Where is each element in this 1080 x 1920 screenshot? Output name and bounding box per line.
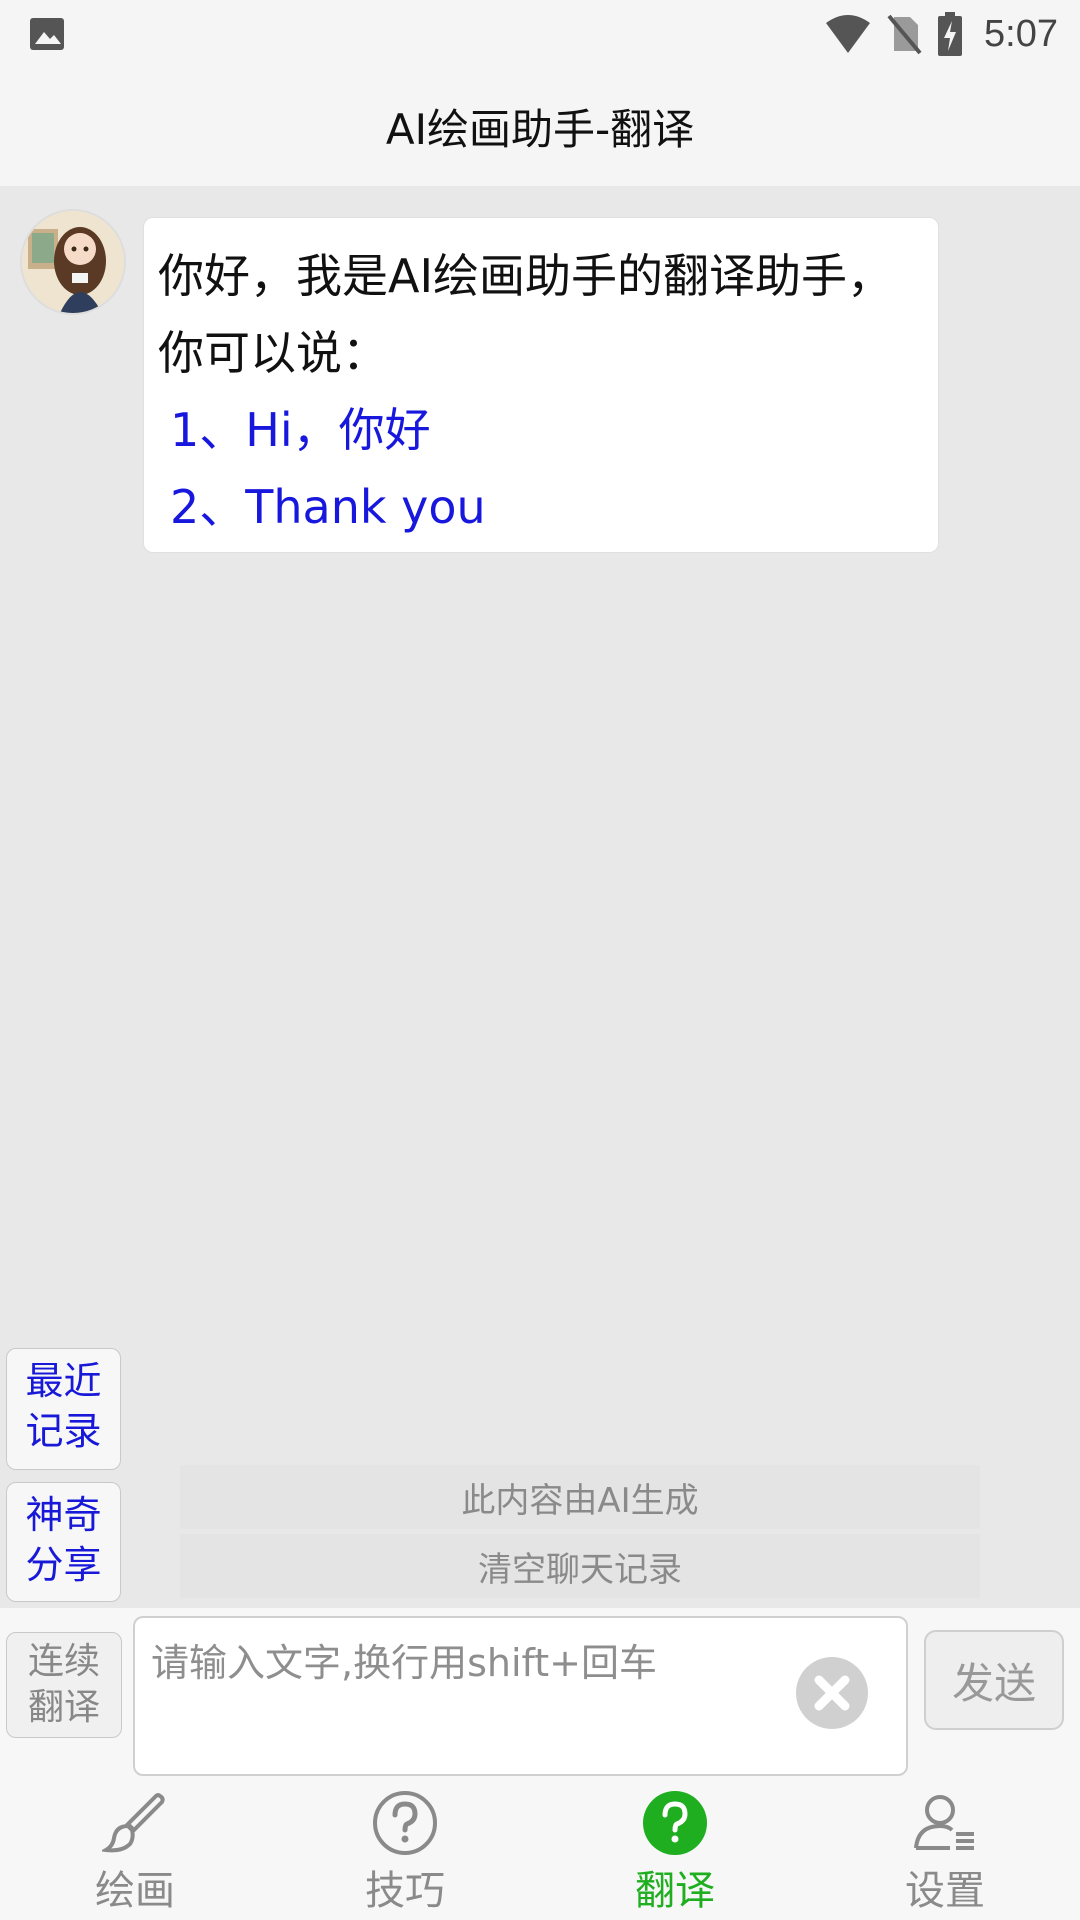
- recent-label-line1: 最近: [25, 1359, 102, 1403]
- clear-input-icon[interactable]: [795, 1656, 869, 1730]
- assistant-avatar: [20, 209, 126, 315]
- message-text: 你好，我是AI绘画助手的翻译助手，你可以说：: [158, 249, 894, 380]
- nav-item-tips[interactable]: 技巧: [270, 1782, 540, 1920]
- continuous-translate-button[interactable]: 连续 翻译: [6, 1632, 122, 1738]
- assistant-message: 你好，我是AI绘画助手的翻译助手，你可以说： 1、Hi，你好 2、Thank y…: [143, 217, 939, 553]
- question-circle-icon: [373, 1791, 437, 1855]
- input-area: 连续 翻译 发送: [0, 1608, 1080, 1782]
- brush-icon: [102, 1793, 165, 1853]
- status-time: 5:07: [984, 12, 1058, 55]
- no-sim-icon: [887, 14, 922, 55]
- recent-label-line2: 记录: [25, 1409, 102, 1453]
- recent-records-button[interactable]: 最近 记录: [6, 1348, 121, 1470]
- share-label-line1: 神奇: [25, 1493, 102, 1537]
- nav-label-draw: 绘画: [95, 1868, 175, 1914]
- continuous-label-line2: 翻译: [27, 1687, 100, 1728]
- chat-area[interactable]: 你好，我是AI绘画助手的翻译助手，你可以说： 1、Hi，你好 2、Thank y…: [0, 186, 1080, 1346]
- nav-label-tips: 技巧: [365, 1868, 445, 1914]
- wifi-icon: [826, 15, 871, 53]
- magic-share-button[interactable]: 神奇 分享: [6, 1482, 121, 1602]
- example-link-hi[interactable]: 1、Hi，你好: [158, 392, 924, 469]
- gallery-icon: [30, 18, 64, 50]
- battery-charging-icon: [938, 12, 963, 56]
- continuous-label-line1: 连续: [27, 1641, 100, 1682]
- status-bar: 5:07: [0, 0, 1080, 66]
- ai-generated-notice: 此内容由AI生成: [180, 1465, 980, 1529]
- question-circle-icon: [643, 1791, 707, 1855]
- nav-label-translate: 翻译: [635, 1868, 715, 1914]
- nav-label-settings: 设置: [905, 1868, 985, 1914]
- app-header: AI绘画助手-翻译: [0, 66, 1080, 186]
- send-button[interactable]: 发送: [924, 1630, 1064, 1730]
- message-input[interactable]: [135, 1618, 775, 1768]
- bottom-nav: 绘画 技巧 翻译 设置: [0, 1782, 1080, 1920]
- share-label-line2: 分享: [25, 1543, 102, 1587]
- user-settings-icon: [914, 1795, 974, 1850]
- nav-item-settings[interactable]: 设置: [810, 1782, 1080, 1920]
- message-input-box[interactable]: [133, 1616, 908, 1776]
- nav-item-draw[interactable]: 绘画: [0, 1782, 270, 1920]
- page-title: AI绘画助手-翻译: [385, 104, 695, 154]
- nav-item-translate[interactable]: 翻译: [540, 1782, 810, 1920]
- example-link-thank-you[interactable]: 2、Thank you: [158, 469, 924, 546]
- clear-history-button[interactable]: 清空聊天记录: [180, 1534, 980, 1598]
